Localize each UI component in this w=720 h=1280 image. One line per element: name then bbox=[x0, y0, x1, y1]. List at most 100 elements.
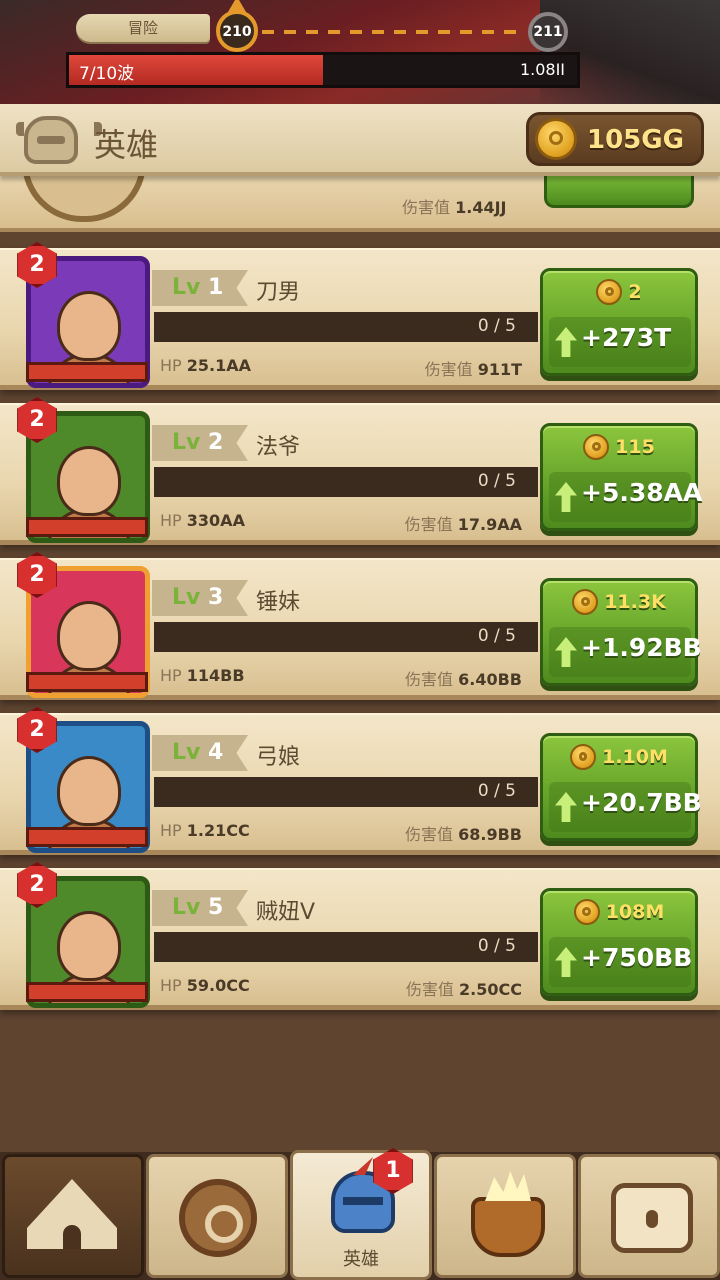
gain-value: +5.38AA bbox=[581, 478, 703, 507]
hero-panel-header: 英雄 105GG bbox=[0, 104, 720, 176]
page-title: 英雄 bbox=[94, 126, 159, 164]
cost-value: 2 bbox=[628, 281, 642, 303]
treasure-chest-icon bbox=[611, 1183, 693, 1253]
hero-hp-bar bbox=[26, 982, 148, 1002]
tent-icon bbox=[27, 1179, 117, 1249]
mode-label: 冒险 bbox=[76, 14, 210, 42]
gain-value: +273T bbox=[581, 323, 672, 352]
coin-icon bbox=[572, 589, 599, 615]
upgrade-cost: 108M bbox=[543, 899, 695, 933]
upgrade-gain: +5.38AA bbox=[549, 472, 702, 522]
arrow-up-icon bbox=[555, 327, 577, 357]
upgrade-button[interactable]: 1.10M +20.7BB bbox=[540, 733, 702, 841]
hero-face bbox=[57, 911, 121, 981]
hero-progress-bar: 0 / 5 bbox=[154, 622, 538, 652]
upgrade-gain: +20.7BB bbox=[549, 782, 702, 832]
coin-icon bbox=[596, 279, 623, 305]
upgrade-button[interactable]: 2 +273T bbox=[540, 268, 698, 376]
upgrade-cost: 2 bbox=[543, 279, 695, 313]
hero-name: 法爷 bbox=[256, 435, 301, 460]
cost-value: 11.3K bbox=[604, 591, 666, 613]
current-stage-node: 210 bbox=[216, 0, 258, 52]
helmet-icon bbox=[16, 116, 102, 164]
arrow-up-icon bbox=[555, 637, 577, 667]
upgrade-button[interactable]: 108M +750BB bbox=[540, 888, 698, 996]
level-ribbon: Lv 3 bbox=[152, 580, 248, 616]
rune-icon bbox=[179, 1179, 257, 1257]
enemy-hp-value: 1.08II bbox=[519, 60, 565, 79]
hero-list[interactable]: 伤害值 1.44JJ 2 Lv 1 刀男 0 / 5 HP 25.1AA 伤害值… bbox=[0, 176, 720, 1152]
cauldron-icon bbox=[471, 1197, 545, 1257]
hero-face bbox=[57, 601, 121, 671]
hp-stat: HP 59.0CC bbox=[160, 976, 250, 995]
hero-hp-bar bbox=[26, 827, 148, 847]
coin-icon bbox=[583, 434, 610, 460]
hero-name: 贼妞V bbox=[256, 900, 316, 925]
stage-path bbox=[262, 30, 526, 34]
tab-heroes-label: 英雄 bbox=[343, 1249, 379, 1270]
damage-stat: 伤害值 6.40BB bbox=[405, 670, 522, 689]
hero-row[interactable]: 2 Lv 4 弓娘 0 / 5 HP 1.21CC 伤害值 68.9BB 1.1… bbox=[0, 707, 720, 855]
coin-icon bbox=[570, 744, 597, 770]
upgrade-cost: 115 bbox=[543, 434, 695, 468]
arrow-up-icon bbox=[555, 792, 577, 822]
gold-balance[interactable]: 105GG bbox=[526, 112, 704, 166]
hp-stat: HP 330AA bbox=[160, 511, 245, 530]
hero-name: 弓娘 bbox=[256, 745, 301, 770]
hero-progress-bar: 0 / 5 bbox=[154, 312, 538, 342]
upgrade-button[interactable] bbox=[544, 176, 694, 208]
tab-camp[interactable] bbox=[2, 1154, 144, 1278]
hero-row[interactable]: 2 Lv 1 刀男 0 / 5 HP 25.1AA 伤害值 911T 2 +27… bbox=[0, 242, 720, 390]
current-stage-number: 210 bbox=[222, 24, 252, 40]
hero-name: 锤妹 bbox=[256, 590, 301, 615]
hero-progress-bar: 0 / 5 bbox=[154, 467, 538, 497]
damage-stat: 伤害值 2.50CC bbox=[405, 980, 522, 999]
gain-value: +750BB bbox=[581, 943, 693, 972]
hero-face bbox=[57, 446, 121, 516]
hero-row[interactable]: 2 Lv 2 法爷 0 / 5 HP 330AA 伤害值 17.9AA 115 … bbox=[0, 397, 720, 545]
upgrade-gain: +750BB bbox=[549, 937, 693, 987]
hp-stat: HP 1.21CC bbox=[160, 821, 250, 840]
hero-hp-bar bbox=[26, 517, 148, 537]
coin-icon bbox=[535, 118, 577, 160]
hero-progress-bar: 0 / 5 bbox=[154, 777, 538, 807]
damage-stat: 伤害值 68.9BB bbox=[405, 825, 522, 844]
arrow-up-icon bbox=[555, 947, 577, 977]
hero-face bbox=[57, 756, 121, 826]
hero-row[interactable]: 2 Lv 5 贼妞V 0 / 5 HP 59.0CC 伤害值 2.50CC 10… bbox=[0, 862, 720, 1010]
upgrade-gain: +1.92BB bbox=[549, 627, 702, 677]
tab-alchemy[interactable] bbox=[434, 1154, 576, 1278]
progress-text: 0 / 5 bbox=[477, 936, 516, 956]
level-ribbon: Lv 4 bbox=[152, 735, 248, 771]
progress-text: 0 / 5 bbox=[477, 626, 516, 646]
hero-face bbox=[57, 291, 121, 361]
gold-amount: 105GG bbox=[587, 125, 684, 155]
hp-stat: HP 114BB bbox=[160, 666, 245, 685]
hero-progress-bar: 0 / 5 bbox=[154, 932, 538, 962]
partial-hero-row: 伤害值 1.44JJ bbox=[0, 176, 720, 232]
wave-label: 7/10波 bbox=[79, 64, 135, 84]
tab-runes[interactable] bbox=[146, 1154, 288, 1278]
upgrade-gain: +273T bbox=[549, 317, 691, 367]
gain-value: +1.92BB bbox=[581, 633, 702, 662]
coin-icon bbox=[573, 899, 600, 925]
hero-row[interactable]: 2 Lv 3 锤妹 0 / 5 HP 114BB 伤害值 6.40BB 11.3… bbox=[0, 552, 720, 700]
upgrade-button[interactable]: 11.3K +1.92BB bbox=[540, 578, 702, 686]
next-stage-node: 211 bbox=[528, 12, 568, 52]
gain-value: +20.7BB bbox=[581, 788, 702, 817]
progress-text: 0 / 5 bbox=[477, 471, 516, 491]
upgrade-button[interactable]: 115 +5.38AA bbox=[540, 423, 702, 531]
tab-treasure[interactable] bbox=[578, 1154, 720, 1278]
cost-value: 1.10M bbox=[602, 746, 668, 768]
upgrade-cost: 11.3K bbox=[543, 589, 695, 623]
next-stage-number: 211 bbox=[533, 24, 563, 40]
hp-stat: HP 25.1AA bbox=[160, 356, 252, 375]
level-ribbon: Lv 5 bbox=[152, 890, 248, 926]
damage-stat: 伤害值 17.9AA bbox=[404, 515, 522, 534]
hero-avatar-frame bbox=[22, 176, 146, 222]
damage-stat: 伤害值 911T bbox=[424, 360, 522, 379]
cost-value: 115 bbox=[615, 436, 655, 458]
upgrade-cost: 1.10M bbox=[543, 744, 695, 778]
hero-hp-bar bbox=[26, 362, 148, 382]
progress-text: 0 / 5 bbox=[477, 316, 516, 336]
